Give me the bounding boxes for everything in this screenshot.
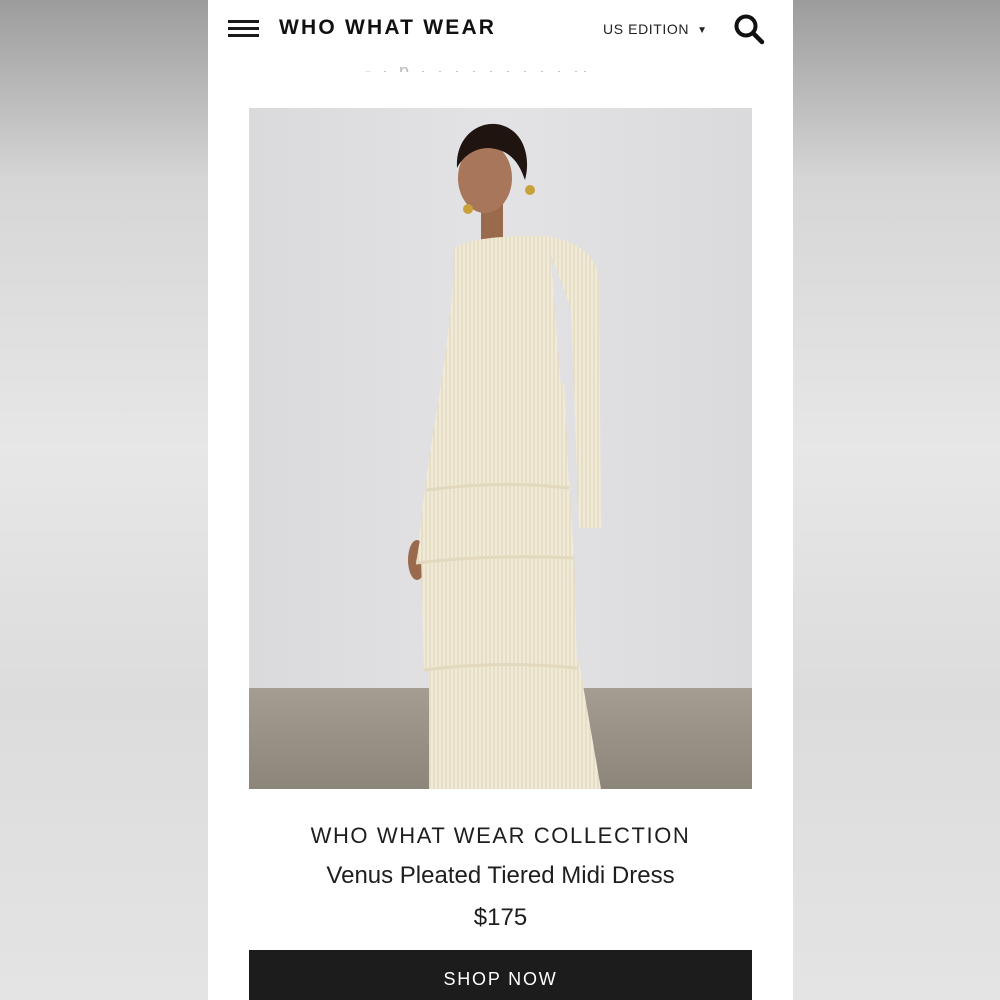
hamburger-menu-icon[interactable] (228, 20, 259, 37)
product-photo (249, 108, 752, 789)
cutoff-text-fragment: - · p · · · · · · · · · ·· (365, 61, 591, 72)
background-left (0, 0, 208, 1000)
site-logo[interactable]: WHO WHAT WEAR (279, 16, 496, 40)
edition-selector[interactable]: US EDITION ▼ (603, 21, 708, 37)
caret-down-icon: ▼ (697, 25, 708, 36)
product-price: $175 (473, 904, 528, 931)
mobile-page: WHO WHAT WEAR US EDITION ▼ - · p · · · · … (208, 0, 793, 1000)
background-right (793, 0, 1000, 1000)
shop-now-button[interactable]: SHOP NOW (249, 950, 752, 1000)
product-image[interactable] (249, 108, 752, 789)
product-name[interactable]: Venus Pleated Tiered Midi Dress (208, 862, 793, 890)
product-brand: WHO WHAT WEAR COLLECTION (310, 823, 691, 848)
edition-label: US EDITION (603, 21, 690, 37)
search-icon[interactable] (732, 12, 766, 46)
